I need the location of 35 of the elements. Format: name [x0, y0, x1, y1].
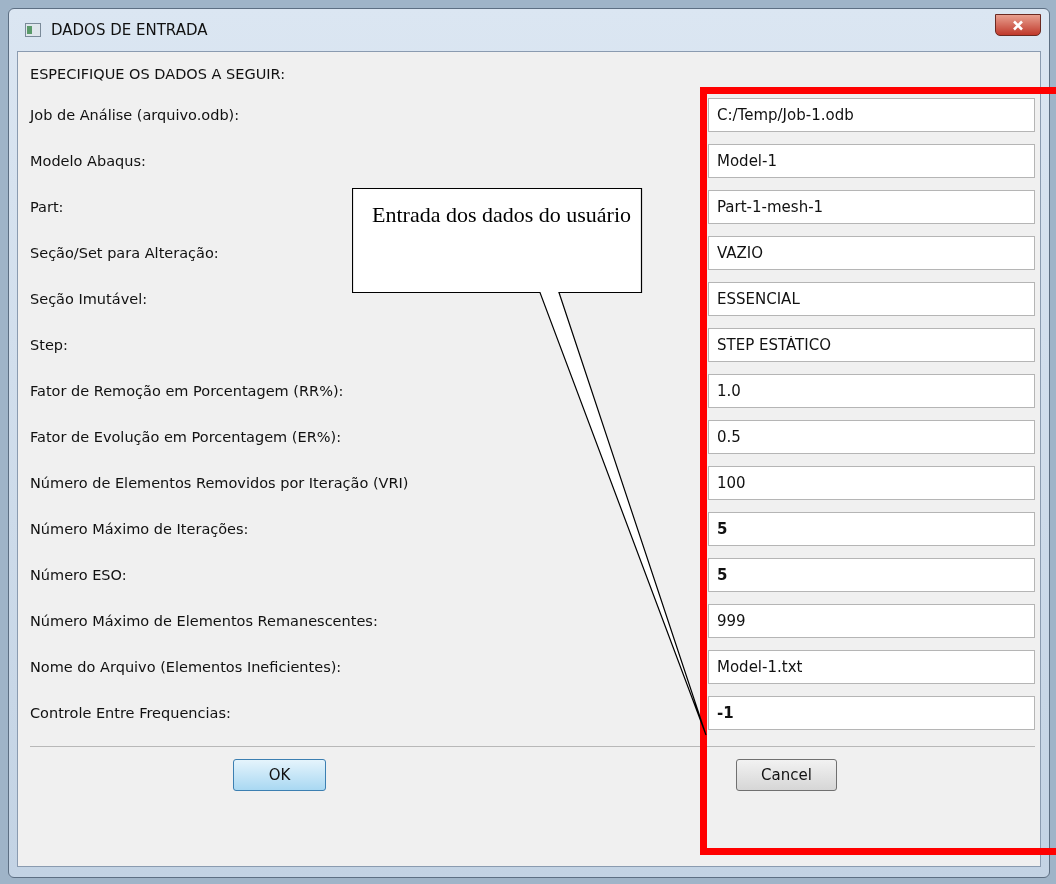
- input-field[interactable]: ESSENCIAL: [708, 282, 1035, 316]
- input-field[interactable]: Part-1-mesh-1: [708, 190, 1035, 224]
- input-field[interactable]: C:/Temp/Job-1.odb: [708, 98, 1035, 132]
- field-label: Modelo Abaqus:: [30, 153, 147, 169]
- input-field[interactable]: 1.0: [708, 374, 1035, 408]
- input-field[interactable]: 5: [708, 512, 1035, 546]
- form-heading: ESPECIFIQUE OS DADOS A SEGUIR:: [30, 65, 287, 84]
- input-field[interactable]: 999: [708, 604, 1035, 638]
- field-label: Número Máximo de Iterações:: [30, 521, 250, 537]
- close-button[interactable]: [995, 14, 1041, 36]
- input-field[interactable]: -1: [708, 696, 1035, 730]
- field-label: Step:: [30, 337, 69, 353]
- input-field[interactable]: STEP ESTÁTICO: [708, 328, 1035, 362]
- cancel-button[interactable]: Cancel: [736, 759, 837, 791]
- field-label: Job de Análise (arquivo.odb):: [30, 107, 241, 123]
- close-icon: [1012, 19, 1024, 31]
- window-title: DADOS DE ENTRADA: [51, 21, 208, 39]
- input-field[interactable]: 5: [708, 558, 1035, 592]
- field-label: Nome do Arquivo (Elementos Ineficientes):: [30, 659, 343, 675]
- field-label: Número de Elementos Removidos por Iteração (VRI): [30, 475, 410, 491]
- input-field[interactable]: Model-1: [708, 144, 1035, 178]
- field-label: Controle Entre Frequencias:: [30, 705, 232, 721]
- field-label: Seção/Set para Alteração:: [30, 245, 220, 261]
- input-field[interactable]: 100: [708, 466, 1035, 500]
- field-label: Fator de Remoção em Porcentagem (RR%):: [30, 383, 345, 399]
- callout-text: Entrada dos dados do usuário: [372, 201, 632, 229]
- field-label: Número Máximo de Elementos Remanescentes:: [30, 613, 379, 629]
- input-field[interactable]: Model-1.txt: [708, 650, 1035, 684]
- input-field[interactable]: VAZIO: [708, 236, 1035, 270]
- input-field[interactable]: 0.5: [708, 420, 1035, 454]
- field-label: Número ESO:: [30, 567, 128, 583]
- window-icon: [25, 23, 41, 37]
- field-label: Seção Imutável:: [30, 291, 149, 307]
- ok-button[interactable]: OK: [233, 759, 326, 791]
- field-label: Fator de Evolução em Porcentagem (ER%):: [30, 429, 343, 445]
